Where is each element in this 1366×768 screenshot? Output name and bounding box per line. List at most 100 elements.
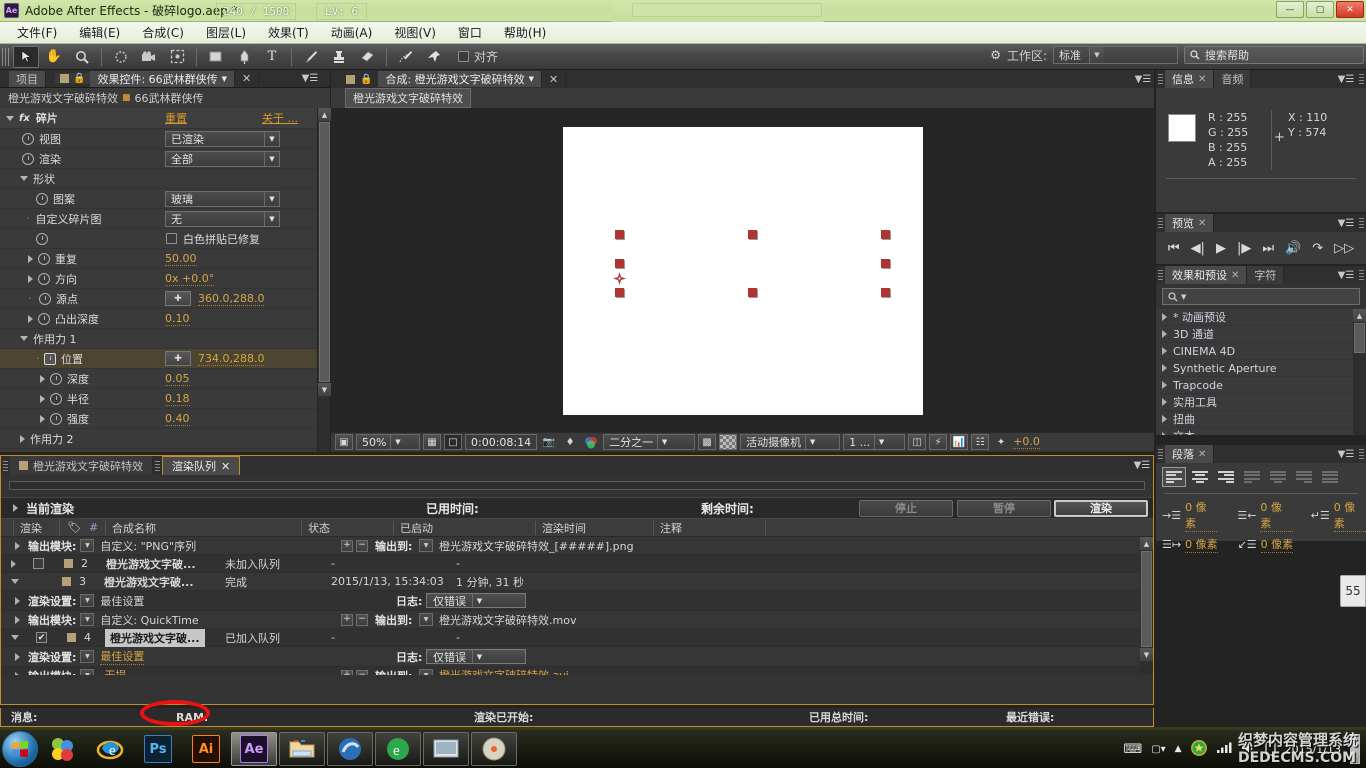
magnification-select[interactable]: 50% ▼ [356, 434, 420, 450]
roto-brush-tool-icon[interactable] [393, 46, 419, 68]
scroll-down-button[interactable]: ▼ [1140, 648, 1153, 661]
property-row-depth[interactable]: 深度 0.05 [0, 369, 330, 389]
scroll-up-button[interactable]: ▲ [1353, 309, 1366, 322]
column-render-time[interactable]: 渲染时间 [535, 520, 653, 535]
property-group-force-2[interactable]: 作用力 2 [0, 429, 330, 449]
remove-output-module-button[interactable]: − [356, 669, 368, 675]
table-row[interactable]: 3 橙光游戏文字破... 完成 2015/1/13, 15:34:03 1 分钟… [1, 573, 1153, 591]
table-row[interactable]: 2 橙光游戏文字破... 未加入队列 - - [1, 555, 1153, 573]
column-started[interactable]: 已启动 [393, 520, 535, 535]
current-render-disclosure-icon[interactable] [13, 504, 18, 512]
pen-tool-icon[interactable] [231, 46, 257, 68]
stopwatch-icon[interactable] [22, 152, 34, 165]
justify-last-left-icon[interactable] [1240, 467, 1264, 487]
panel-grip-2[interactable] [1359, 218, 1364, 228]
list-item[interactable]: Synthetic Aperture [1156, 360, 1366, 377]
panel-grip[interactable] [1158, 218, 1163, 228]
tab-effect-controls[interactable]: 效果控件: 66武林群侠传 ▼ [90, 70, 236, 87]
play-icon[interactable]: ▶ [1216, 241, 1226, 256]
list-item[interactable]: 扭曲 [1156, 411, 1366, 428]
panel-grip-2[interactable] [1359, 449, 1364, 459]
disclosure-icon[interactable] [1162, 381, 1167, 389]
group-disclosure-icon[interactable] [20, 176, 28, 181]
views-select[interactable]: 1 ... ▼ [843, 434, 906, 450]
camera-select[interactable]: 活动摄像机 ▼ [740, 434, 841, 450]
effect-disclosure-icon[interactable] [6, 115, 14, 121]
disclosure-icon[interactable] [11, 559, 16, 568]
column-render[interactable]: 渲染 [13, 520, 59, 535]
property-row-pattern[interactable]: 图案 玻璃 ▼ [0, 189, 330, 209]
taskbar-item-ie2[interactable]: e [375, 732, 421, 766]
taskbar-item-mozilla[interactable] [39, 732, 85, 766]
transparency-grid-icon[interactable] [719, 434, 738, 450]
reset-link[interactable]: 重置 [165, 110, 187, 126]
property-row-custom-map[interactable]: · 自定义碎片图 无 ▼ [0, 209, 330, 229]
snapshot-icon[interactable]: 📷 [540, 434, 558, 450]
property-value-repetitions[interactable]: 50.00 [165, 252, 197, 266]
panel-menu-icon[interactable]: ▼☰ [1335, 70, 1357, 88]
property-dropdown-view[interactable]: 已渲染 ▼ [165, 130, 280, 147]
render-settings-value[interactable]: 最佳设置 [100, 648, 145, 665]
disclosure-icon[interactable] [15, 671, 20, 675]
panel-menu-icon[interactable]: ▼☰ [1335, 445, 1357, 463]
fast-previews-icon[interactable]: ⚡ [929, 434, 948, 450]
grid-guides-icon[interactable]: ▦ [423, 434, 441, 450]
region-of-interest-icon[interactable]: □ [444, 434, 462, 450]
menu-help[interactable]: 帮助(H) [493, 22, 557, 43]
ram-preview-icon[interactable]: ▷▷ [1334, 241, 1354, 256]
disclosure-icon[interactable] [1162, 398, 1167, 406]
row-comp-name[interactable]: 橙光游戏文字破... [105, 628, 205, 647]
taskbar-item-illustrator[interactable]: Ai [183, 732, 229, 766]
position-point-picker-icon[interactable]: ✚ [165, 351, 191, 366]
tab-audio[interactable]: 音频 [1214, 70, 1252, 88]
property-value-direction[interactable]: 0x +0.0° [165, 272, 215, 286]
taskbar-item-internet-explorer[interactable]: e [87, 732, 133, 766]
align-left-icon[interactable] [1162, 467, 1186, 487]
property-value-origin[interactable]: 360.0,288.0 [198, 292, 265, 306]
output-to-value[interactable]: 橙光游戏文字破碎特效.avi [439, 667, 569, 675]
tab-preview[interactable]: 预览 ✕ [1165, 214, 1215, 232]
render-queue-output-module-row[interactable]: 输出模块: ▼ 自定义: QuickTime + − 输出到: ▼ 橙光游戏文字… [1, 611, 1153, 629]
row-comp-name[interactable]: 橙光游戏文字破... [104, 574, 194, 590]
output-to-dropdown[interactable]: ▼ [419, 669, 433, 675]
previous-frame-icon[interactable]: ◀| [1191, 241, 1205, 256]
property-row-white-tiles[interactable]: 白色拼贴已修复 [0, 229, 330, 249]
expand-icon[interactable] [28, 314, 33, 323]
space-before-value[interactable]: 0 像素 [1185, 536, 1218, 553]
add-output-module-button[interactable]: + [341, 539, 353, 552]
close-icon[interactable]: ✕ [1198, 74, 1206, 85]
tab-info[interactable]: 信息 ✕ [1165, 70, 1215, 88]
panel-grip-2[interactable] [1359, 270, 1364, 280]
keyboard-layout-icon[interactable]: ⌨ [1123, 742, 1142, 757]
effects-list-scrollbar[interactable]: ▲ [1353, 309, 1366, 435]
composition-canvas[interactable] [562, 126, 923, 415]
stopwatch-icon-active[interactable] [44, 352, 56, 365]
start-button-icon[interactable] [2, 731, 38, 767]
exposure-reset-icon[interactable]: ✦ [992, 434, 1010, 450]
zoom-tool-icon[interactable] [69, 46, 95, 68]
property-row-direction[interactable]: 方向 0x +0.0° [0, 269, 330, 289]
scroll-thumb[interactable] [1141, 551, 1152, 647]
panel-grip[interactable] [3, 460, 8, 471]
scroll-up-button[interactable]: ▲ [318, 108, 331, 121]
property-row-render[interactable]: 渲染 全部 ▼ [0, 149, 330, 169]
property-row-view[interactable]: 视图 已渲染 ▼ [0, 129, 330, 149]
composition-stage[interactable] [331, 108, 1154, 433]
output-to-value[interactable]: 橙光游戏文字破碎特效.mov [439, 612, 576, 628]
effect-header-row[interactable]: fx 碎片 重置 关于 ... [0, 108, 330, 129]
render-settings-dropdown[interactable]: ▼ [80, 650, 95, 663]
next-frame-icon[interactable]: |▶ [1237, 241, 1251, 256]
column-status[interactable]: 状态 [301, 520, 393, 535]
rectangle-tool-icon[interactable] [203, 46, 229, 68]
scroll-up-button[interactable]: ▲ [1140, 537, 1153, 550]
menu-composition[interactable]: 合成(C) [131, 22, 195, 43]
show-hidden-icons-icon[interactable]: ▢▾ [1151, 744, 1165, 755]
disclosure-icon[interactable] [1162, 364, 1167, 372]
indent-left-value[interactable]: 0 像素 [1185, 499, 1218, 532]
panel-grip[interactable] [1158, 74, 1163, 84]
add-output-module-button[interactable]: + [341, 613, 353, 626]
close-icon[interactable]: ✕ [1231, 270, 1239, 281]
panel-menu-icon[interactable]: ▼☰ [1335, 214, 1357, 232]
render-button[interactable]: 渲染 [1054, 499, 1148, 517]
property-value-depth[interactable]: 0.05 [165, 372, 190, 386]
